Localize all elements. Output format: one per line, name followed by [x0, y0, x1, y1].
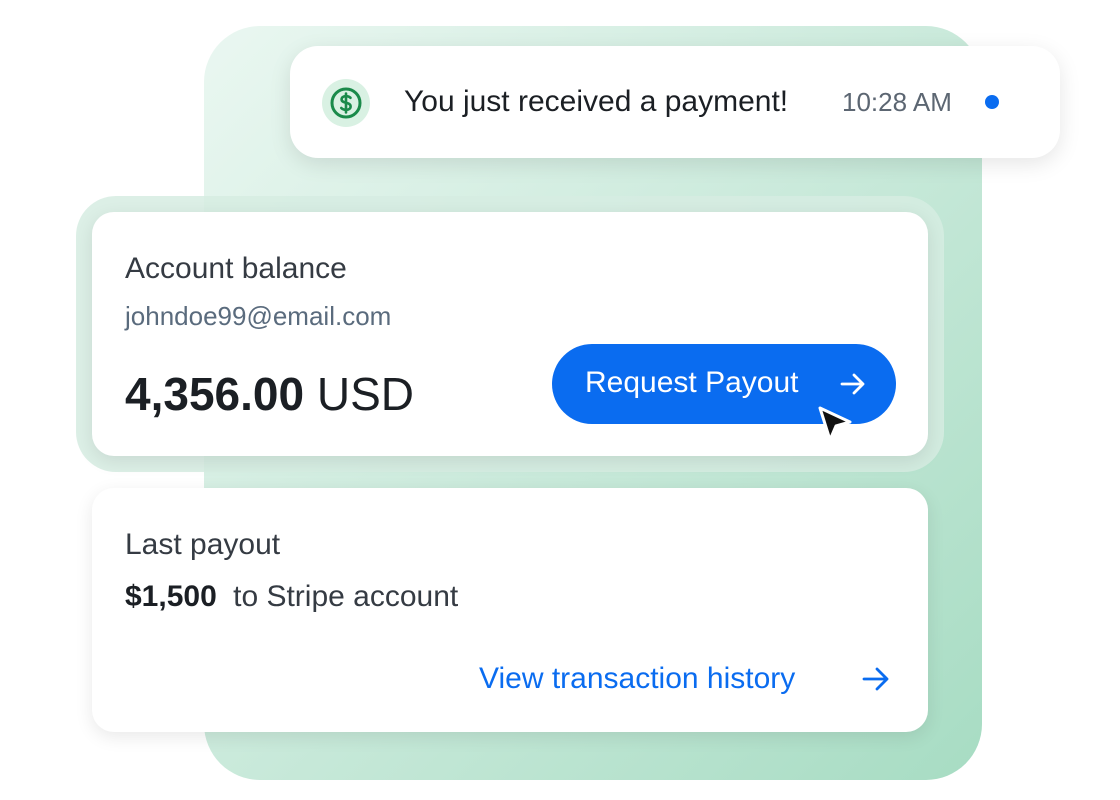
- notification-time: 10:28 AM: [842, 87, 952, 117]
- account-email: johndoe99@email.com: [125, 301, 392, 331]
- dollar-coin-icon: [322, 79, 370, 127]
- notification-message: You just received a payment!: [404, 85, 789, 118]
- payout-destination: to Stripe account: [233, 580, 459, 613]
- unread-indicator: [985, 95, 999, 109]
- mouse-pointer-icon: [818, 406, 852, 442]
- balance-currency: USD: [316, 368, 414, 420]
- payout-amount: $1,500: [125, 580, 217, 613]
- arrow-right-icon: [862, 667, 889, 691]
- view-transaction-history-link[interactable]: View transaction history: [479, 659, 899, 699]
- account-balance-card: Account balance johndoe99@email.com 4,35…: [92, 212, 928, 456]
- transaction-history-label: View transaction history: [479, 662, 796, 695]
- balance-title: Account balance: [125, 252, 347, 285]
- last-payout-card: Last payout $1,500 to Stripe account Vie…: [92, 488, 928, 732]
- request-payout-label: Request Payout: [585, 366, 799, 399]
- balance-value: 4,356.00: [125, 368, 305, 420]
- arrow-right-icon: [840, 373, 865, 395]
- last-payout-details: $1,500 to Stripe account: [125, 579, 458, 615]
- last-payout-title: Last payout: [125, 528, 281, 561]
- balance-amount: 4,356.00 USD: [125, 367, 414, 421]
